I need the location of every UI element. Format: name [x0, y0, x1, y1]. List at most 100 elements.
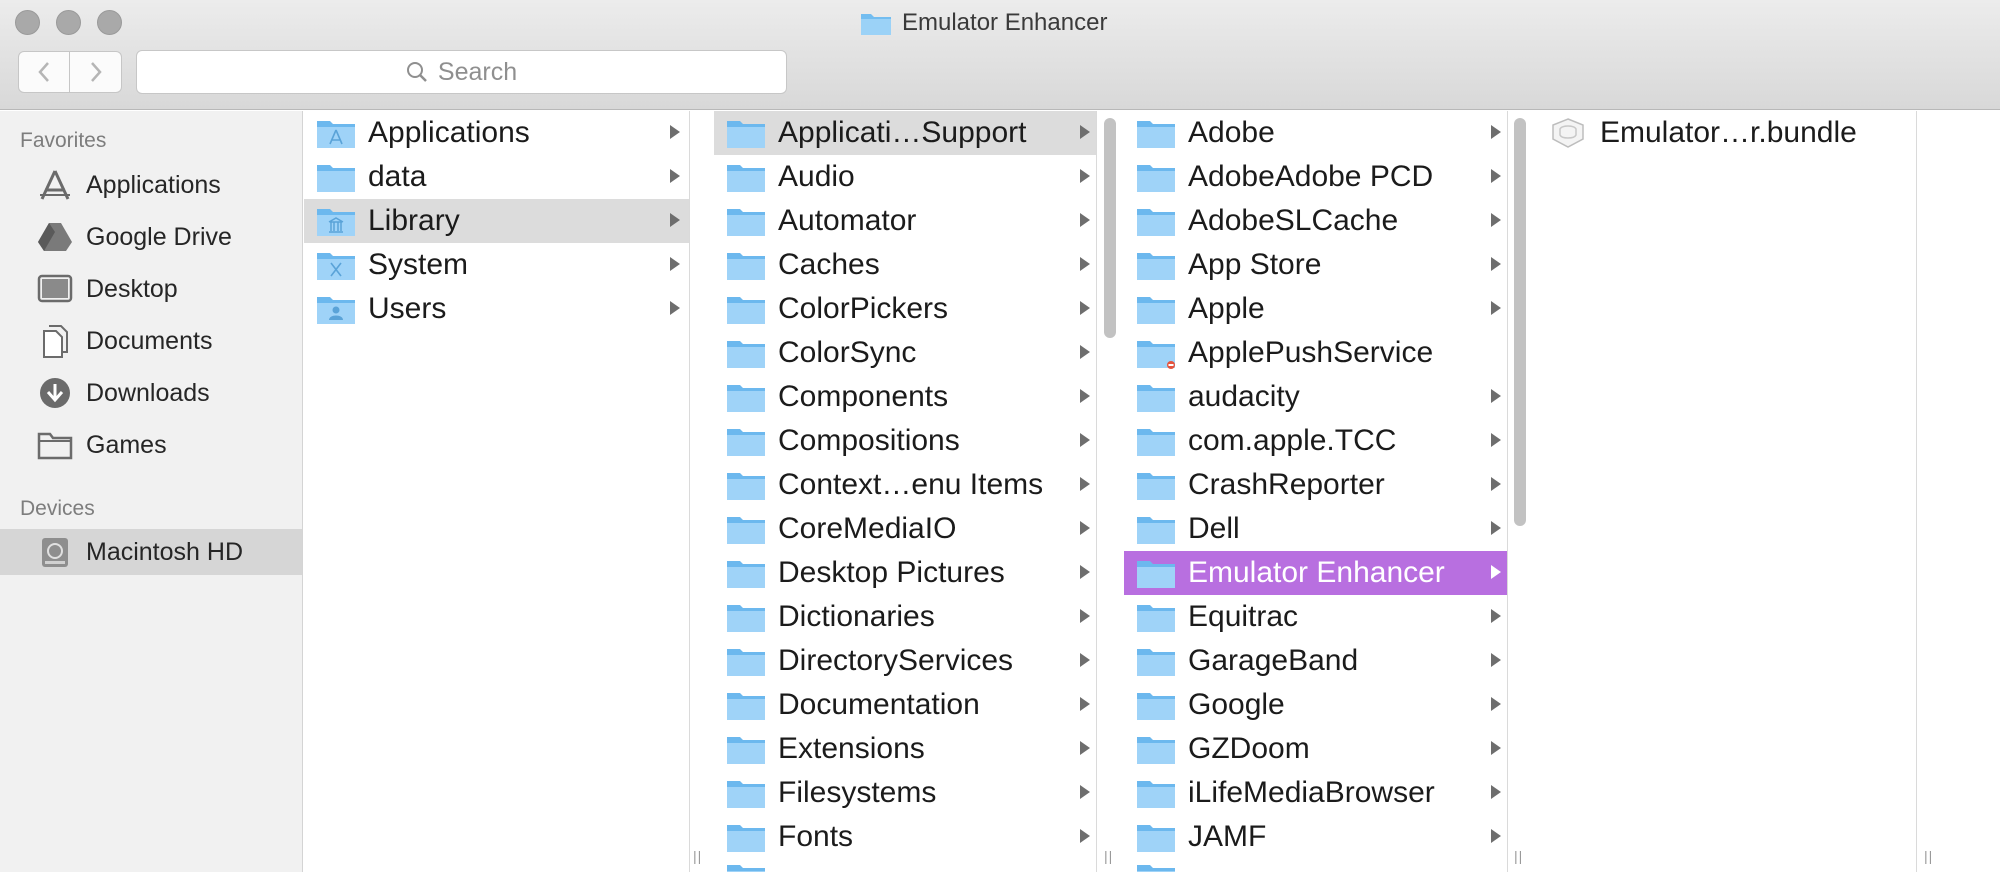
list-item[interactable]: AdobeAdobe PCD — [1124, 155, 1507, 199]
disclosure-arrow-icon — [1080, 301, 1090, 315]
list-item-label: Fonts — [778, 820, 854, 853]
list-item[interactable]: CrashReporter — [1124, 463, 1507, 507]
list-item[interactable]: data — [304, 155, 689, 199]
list-item[interactable]: Library — [304, 199, 689, 243]
column-resize-handle[interactable]: || — [1514, 848, 1523, 864]
list-item[interactable]: Applications — [304, 111, 689, 155]
search-icon — [406, 62, 427, 82]
folder-icon — [714, 293, 778, 325]
bundle-icon — [1536, 117, 1600, 149]
folder-icon — [1124, 337, 1188, 369]
column-3-scrollbar[interactable] — [1514, 118, 1526, 526]
disclosure-arrow-icon — [1491, 741, 1501, 755]
list-item[interactable]: GZDoom — [1124, 727, 1507, 771]
folder-icon — [714, 161, 778, 193]
applications-icon — [36, 168, 74, 202]
list-item[interactable]: iLifeMediaBrowser — [1124, 771, 1507, 815]
disclosure-arrow-icon — [1491, 389, 1501, 403]
list-item-partial — [1124, 859, 1507, 872]
folder-icon — [861, 14, 891, 35]
list-item[interactable]: com.apple.TCC — [1124, 419, 1507, 463]
disclosure-arrow-icon — [1491, 301, 1501, 315]
list-item[interactable]: CoreMediaIO — [714, 507, 1096, 551]
disclosure-arrow-icon — [1080, 477, 1090, 491]
list-item[interactable]: Equitrac — [1124, 595, 1507, 639]
disclosure-arrow-icon — [1491, 697, 1501, 711]
list-item[interactable]: Emulator Enhancer — [1124, 551, 1507, 595]
desktop-icon — [36, 272, 74, 306]
list-item[interactable]: Emulator…r.bundle — [1536, 111, 1916, 155]
list-item[interactable]: Automator — [714, 199, 1096, 243]
zoom-window-button[interactable] — [97, 10, 122, 35]
list-item-label: Compositions — [778, 424, 960, 457]
list-item-label: Applicati…Support — [778, 116, 1027, 149]
list-item-label: GZDoom — [1188, 732, 1310, 765]
column-resize-handle[interactable]: || — [693, 848, 702, 864]
folder-icon — [1124, 557, 1188, 589]
list-item[interactable]: DirectoryServices — [714, 639, 1096, 683]
list-item[interactable]: ApplePushService — [1124, 331, 1507, 375]
close-window-button[interactable] — [15, 10, 40, 35]
column-resize-handle[interactable]: || — [1924, 848, 1933, 864]
disclosure-arrow-icon — [1491, 433, 1501, 447]
sidebar-item-applications[interactable]: Applications — [0, 162, 302, 208]
list-item[interactable]: System — [304, 243, 689, 287]
list-item[interactable]: Extensions — [714, 727, 1096, 771]
list-item[interactable]: Audio — [714, 155, 1096, 199]
column-2-scrollbar[interactable] — [1104, 118, 1116, 338]
sidebar-item-games[interactable]: Games — [0, 422, 302, 468]
list-item-label: Components — [778, 380, 949, 413]
list-item[interactable]: Dell — [1124, 507, 1507, 551]
list-item[interactable]: Documentation — [714, 683, 1096, 727]
list-item-label: com.apple.TCC — [1188, 424, 1397, 457]
minimize-window-button[interactable] — [56, 10, 81, 35]
window-toolbar: Emulator Enhancer Search — [0, 0, 2000, 110]
column-resize-handle[interactable]: || — [1104, 848, 1113, 864]
list-item[interactable]: ColorPickers — [714, 287, 1096, 331]
list-item[interactable]: ColorSync — [714, 331, 1096, 375]
list-item[interactable]: Caches — [714, 243, 1096, 287]
list-item-label: Library — [368, 204, 460, 237]
sidebar-item-macintosh-hd[interactable]: Macintosh HD — [0, 529, 302, 575]
column-divider — [1096, 111, 1097, 872]
sidebar-item-documents[interactable]: Documents — [0, 318, 302, 364]
history-navigation — [18, 51, 122, 93]
list-item-label: Caches — [778, 248, 880, 281]
search-field[interactable]: Search — [136, 50, 787, 94]
sidebar-item-downloads[interactable]: Downloads — [0, 370, 302, 416]
list-item[interactable]: Fonts — [714, 815, 1096, 859]
list-item-label: Dictionaries — [778, 600, 935, 633]
sidebar-item-google-drive[interactable]: Google Drive — [0, 214, 302, 260]
list-item[interactable]: Google — [1124, 683, 1507, 727]
disclosure-arrow-icon — [670, 213, 680, 227]
list-item[interactable]: App Store — [1124, 243, 1507, 287]
list-item-label: App Store — [1188, 248, 1322, 281]
list-item[interactable]: Compositions — [714, 419, 1096, 463]
list-item-label: ColorPickers — [778, 292, 949, 325]
list-item[interactable]: Applicati…Support — [714, 111, 1096, 155]
folder-icon — [714, 117, 778, 149]
disclosure-arrow-icon — [1491, 829, 1501, 843]
list-item[interactable]: audacity — [1124, 375, 1507, 419]
list-item[interactable]: Context…enu Items — [714, 463, 1096, 507]
sidebar-item-desktop[interactable]: Desktop — [0, 266, 302, 312]
back-button[interactable] — [18, 51, 70, 93]
list-item[interactable]: Components — [714, 375, 1096, 419]
list-item[interactable]: Adobe — [1124, 111, 1507, 155]
list-item[interactable]: Desktop Pictures — [714, 551, 1096, 595]
list-item[interactable]: Filesystems — [714, 771, 1096, 815]
folder-icon — [714, 733, 778, 765]
list-item[interactable]: Users — [304, 287, 689, 331]
sidebar-item-label: Documents — [86, 326, 213, 355]
google-drive-icon — [36, 220, 74, 254]
column-divider — [689, 111, 690, 872]
disclosure-arrow-icon — [1491, 785, 1501, 799]
chevron-left-icon — [38, 62, 49, 82]
forward-button[interactable] — [70, 51, 122, 93]
list-item[interactable]: Apple — [1124, 287, 1507, 331]
sidebar: Favorites Applications Google Drive Desk… — [0, 111, 303, 872]
list-item[interactable]: AdobeSLCache — [1124, 199, 1507, 243]
list-item[interactable]: GarageBand — [1124, 639, 1507, 683]
list-item[interactable]: JAMF — [1124, 815, 1507, 859]
list-item[interactable]: Dictionaries — [714, 595, 1096, 639]
